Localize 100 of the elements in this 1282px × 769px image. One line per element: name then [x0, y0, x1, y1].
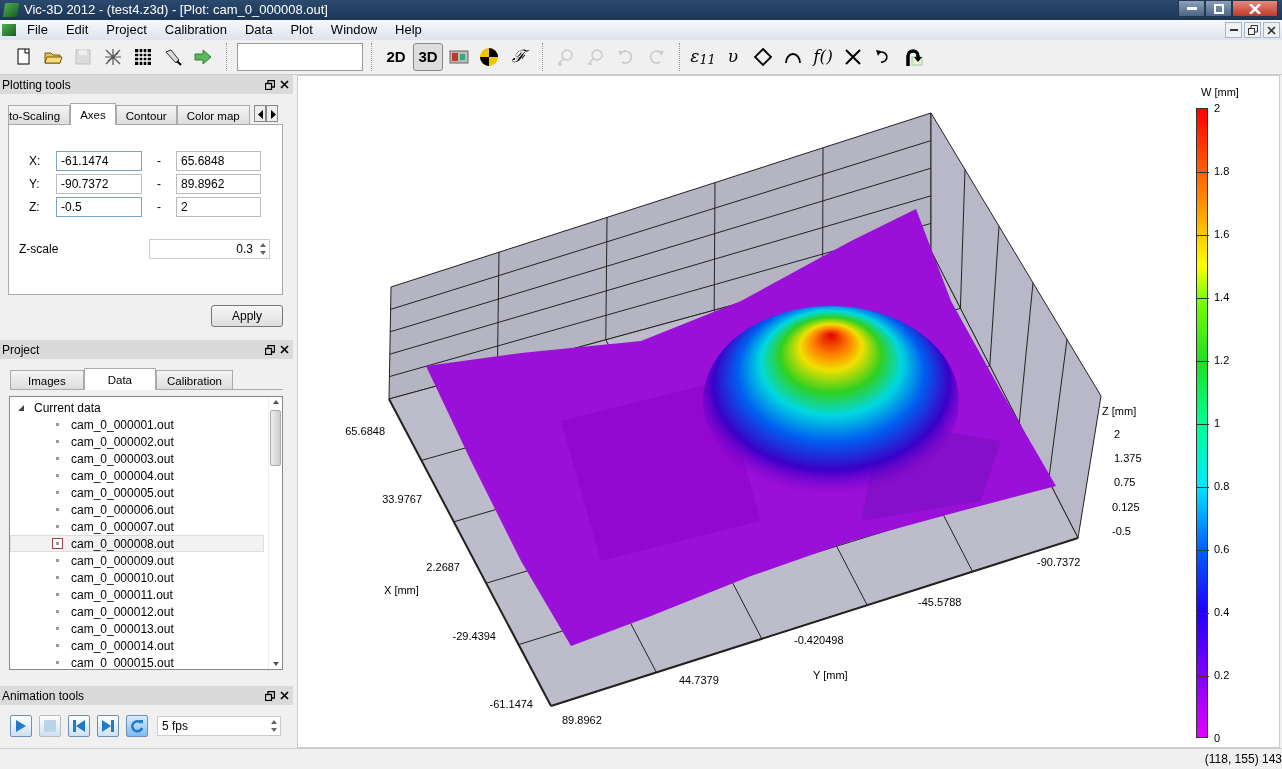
- input-field[interactable]: 89.8962: [176, 174, 261, 194]
- tree-item[interactable]: cam_0_000003.out: [71, 449, 174, 468]
- tree-item[interactable]: cam_0_000012.out: [71, 602, 174, 621]
- tree-item[interactable]: cam_0_000015.out: [71, 653, 174, 669]
- tree-item[interactable]: cam_0_000010.out: [71, 568, 174, 587]
- tab[interactable]: Color map: [176, 105, 250, 124]
- menu-item[interactable]: Window: [321, 20, 387, 40]
- tree-item[interactable]: cam_0_000011.out: [71, 585, 173, 604]
- document-icon: [2, 24, 16, 36]
- tab[interactable]: Calibration: [156, 370, 233, 389]
- axis-tick-label: -29.4394: [452, 629, 496, 643]
- colorbar-tick-label: 0.4: [1214, 605, 1230, 619]
- input-field[interactable]: 65.6848: [176, 151, 261, 171]
- panel-title: Plotting tools: [2, 76, 71, 94]
- save-icon: [73, 47, 93, 67]
- minimize-button[interactable]: [1225, 22, 1242, 38]
- menu-item[interactable]: Project: [97, 20, 156, 40]
- axis-tick-label: -0.420498: [794, 633, 844, 647]
- spin-field[interactable]: 5 fps: [157, 716, 281, 736]
- axis-tick-label: 89.8962: [562, 713, 602, 727]
- menu-item[interactable]: Calibration: [155, 20, 236, 40]
- formula-button[interactable]: ε$_{11}$: [689, 43, 717, 71]
- field-label: X:: [28, 153, 42, 170]
- view-toggle[interactable]: 3D: [413, 43, 443, 71]
- close-icon[interactable]: [280, 690, 289, 700]
- formula-button[interactable]: f(): [809, 43, 837, 71]
- axis-tick-label: 44.7379: [679, 673, 719, 687]
- tab[interactable]: Data: [83, 368, 156, 390]
- close-button[interactable]: [1232, 0, 1278, 17]
- tree-item[interactable]: cam_0_000002.out: [71, 432, 174, 451]
- arrow-icon: [193, 47, 213, 67]
- input-field[interactable]: -90.7372: [56, 174, 142, 194]
- colorbar-tick-label: 1.6: [1214, 227, 1230, 241]
- menu-item[interactable]: Data: [236, 20, 282, 40]
- probe-icon: [163, 47, 183, 67]
- maximize-button[interactable]: [1205, 0, 1232, 17]
- minimize-button[interactable]: [1178, 0, 1205, 17]
- axis-tick-label: -45.5788: [918, 595, 962, 609]
- field-label: Z:: [28, 199, 41, 216]
- colorbar-title: W [mm]: [1201, 85, 1239, 99]
- menu-item[interactable]: Plot: [281, 20, 322, 40]
- input-field[interactable]: 2: [176, 197, 261, 217]
- play-button[interactable]: [10, 715, 32, 737]
- float-icon[interactable]: [265, 344, 275, 355]
- formula-button[interactable]: ℱ: [505, 43, 533, 71]
- tree-item[interactable]: cam_0_000014.out: [71, 636, 174, 655]
- separator-text: -: [156, 199, 162, 216]
- close-icon[interactable]: [280, 344, 289, 354]
- apply-button[interactable]: Apply: [211, 305, 283, 327]
- skip-forward-button[interactable]: [97, 715, 119, 737]
- field-label: Y:: [28, 176, 41, 193]
- view-toggle[interactable]: 2D: [381, 43, 411, 71]
- scroll-left-icon[interactable]: [253, 105, 266, 122]
- axis-tick-label: -0.5: [1112, 524, 1131, 538]
- tab[interactable]: Images: [10, 370, 84, 389]
- menu-item[interactable]: Help: [386, 20, 431, 40]
- tree-item[interactable]: cam_0_000005.out: [71, 483, 174, 502]
- restore-button[interactable]: [1244, 22, 1261, 38]
- spin-arrows-icon[interactable]: [257, 241, 269, 257]
- colorbar-tick-label: 0.2: [1214, 668, 1230, 682]
- axis-tick-label: -61.1474: [489, 697, 533, 711]
- close-icon[interactable]: [280, 79, 289, 89]
- tree-item[interactable]: cam_0_000013.out: [71, 619, 174, 638]
- tree-item[interactable]: cam_0_000006.out: [71, 500, 174, 519]
- tree-item[interactable]: Current data: [34, 398, 101, 417]
- restore-icon: [1247, 25, 1258, 35]
- axis-tick-label: -90.7372: [1037, 555, 1081, 569]
- tree-item[interactable]: cam_0_000001.out: [71, 415, 174, 434]
- tree-item[interactable]: cam_0_000007.out: [71, 517, 174, 536]
- close-icon: [1249, 3, 1261, 14]
- tab[interactable]: Contour: [115, 105, 177, 124]
- separator-text: -: [156, 153, 162, 170]
- scroll-thumb[interactable]: [270, 410, 281, 466]
- float-icon[interactable]: [265, 79, 275, 90]
- input-field[interactable]: -0.5: [56, 197, 142, 217]
- float-icon[interactable]: [265, 690, 275, 701]
- tree-item[interactable]: cam_0_000004.out: [71, 466, 174, 485]
- skip-back-button[interactable]: [68, 715, 90, 737]
- expanded-arrow-icon[interactable]: [17, 403, 25, 412]
- loop-button[interactable]: [126, 715, 148, 737]
- axis-tick-label: 33.9767: [382, 492, 422, 506]
- tab[interactable]: to-Scaling: [8, 105, 71, 124]
- menu-item[interactable]: Edit: [56, 20, 98, 40]
- close-button[interactable]: [1263, 22, 1280, 38]
- tab[interactable]: Axes: [70, 103, 116, 125]
- scrollbar[interactable]: [268, 397, 282, 669]
- menu-item[interactable]: File: [18, 20, 57, 40]
- curved-arrow-icon: [903, 47, 923, 67]
- spin-field[interactable]: 0.3: [149, 239, 270, 259]
- minimize-icon: [1186, 6, 1197, 11]
- input-field[interactable]: [237, 43, 363, 71]
- skip-back-icon: [71, 718, 87, 734]
- axis-tick-label: 0.75: [1114, 475, 1136, 489]
- tree-item[interactable]: cam_0_000009.out: [71, 551, 174, 570]
- zoom-out-icon: [586, 47, 606, 67]
- spin-arrows-icon[interactable]: [268, 718, 280, 734]
- colorbar-tick-label: 2: [1214, 101, 1221, 115]
- formula-button[interactable]: υ: [719, 43, 747, 71]
- input-field[interactable]: -61.1474: [56, 151, 142, 171]
- axis-title: Y [mm]: [813, 668, 848, 682]
